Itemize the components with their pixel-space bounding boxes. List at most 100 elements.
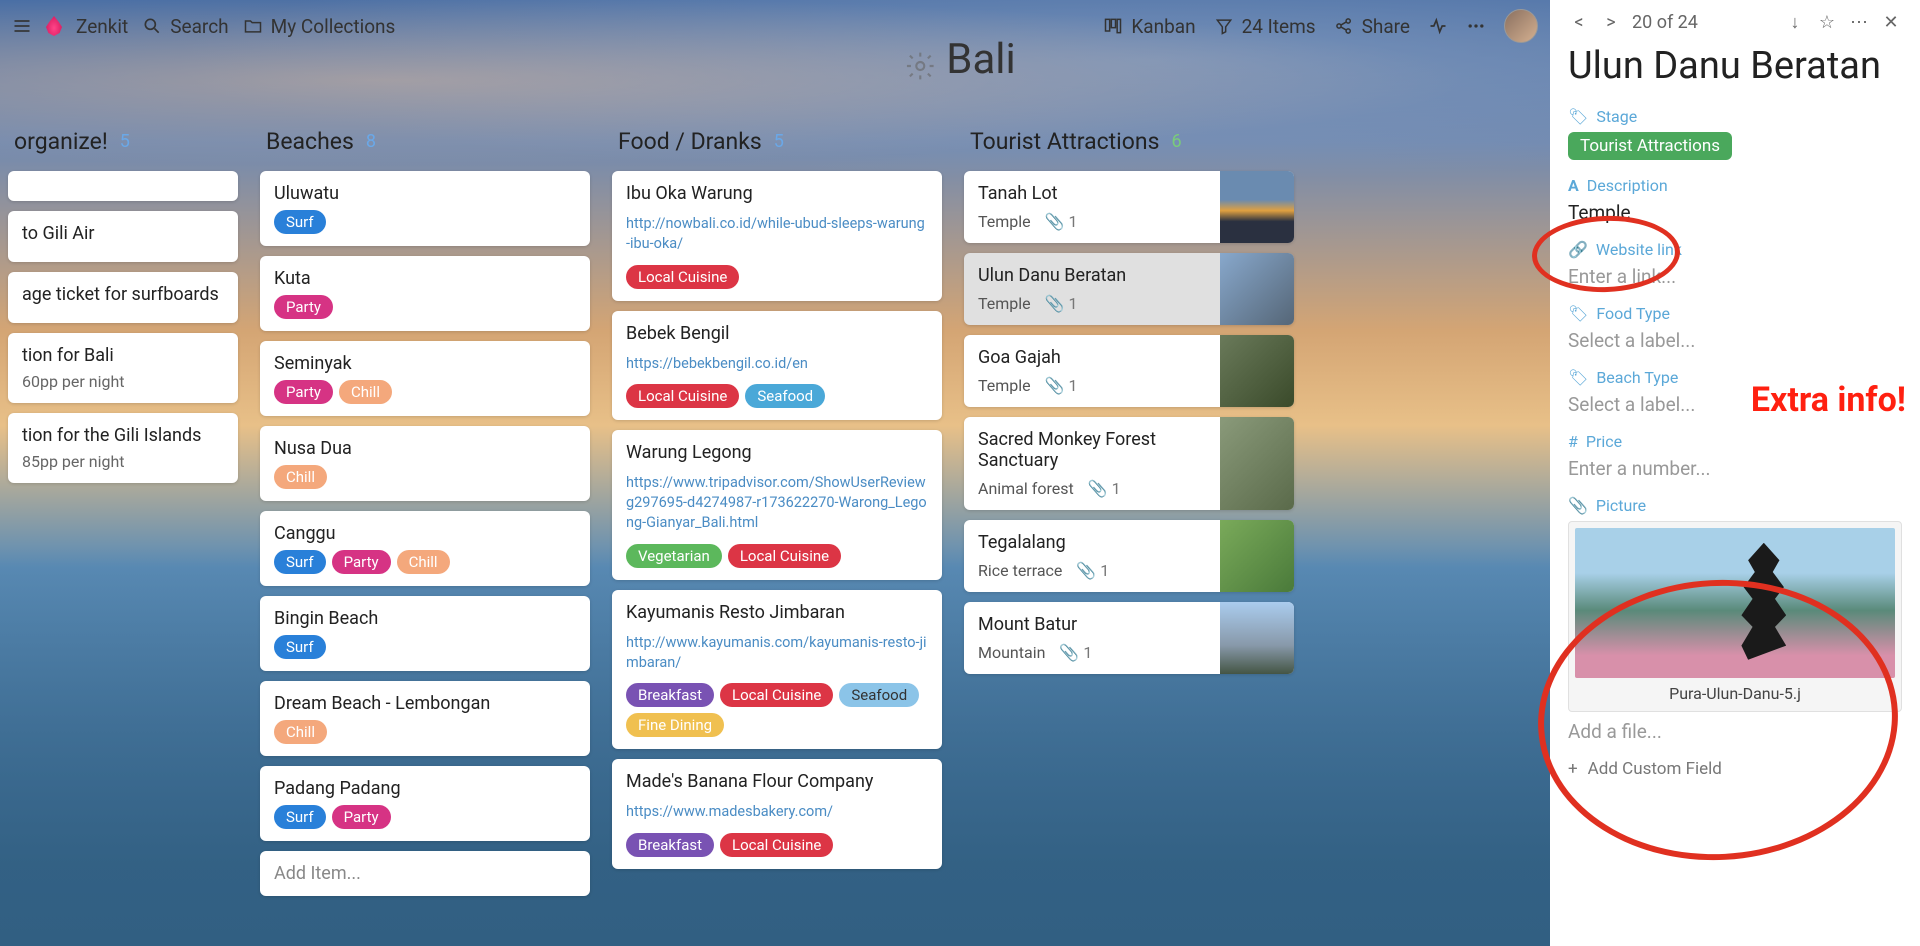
download-icon[interactable]: ↓ xyxy=(1784,12,1806,33)
collections-button[interactable]: My Collections xyxy=(243,15,396,38)
kanban-card[interactable]: Padang PadangSurfParty xyxy=(260,766,590,841)
card-title: Warung Legong xyxy=(626,442,928,463)
card-subtitle: 85pp per night xyxy=(22,452,224,471)
kanban-card[interactable]: Bebek Bengilhttps://bebekbengil.co.id/en… xyxy=(612,311,942,420)
kanban-card[interactable]: Kayumanis Resto Jimbaranhttp://www.kayum… xyxy=(612,590,942,750)
foodtype-input[interactable]: Select a label... xyxy=(1568,329,1902,352)
card-title: Nusa Dua xyxy=(274,438,576,459)
kanban-card[interactable]: Warung Legong https://www.tripadvisor.com… xyxy=(612,430,942,580)
card-tag[interactable]: Local Cuisine xyxy=(728,544,841,568)
card-thumbnail xyxy=(1220,171,1294,243)
add-item-button[interactable]: Add Item... xyxy=(260,851,590,896)
card-link[interactable]: https://www.tripadvisor.com/ShowUserRevi… xyxy=(626,469,928,538)
card-tag[interactable]: Breakfast xyxy=(626,833,714,857)
column-header[interactable]: organize!5 xyxy=(8,120,238,171)
close-icon[interactable]: ✕ xyxy=(1880,12,1902,33)
search-button[interactable]: Search xyxy=(142,15,228,38)
card-tag[interactable]: Party xyxy=(274,295,333,319)
kanban-card[interactable]: to Gili Air xyxy=(8,211,238,262)
kanban-card[interactable] xyxy=(8,171,238,201)
stage-value[interactable]: Tourist Attractions xyxy=(1568,132,1732,160)
hamburger-icon[interactable] xyxy=(12,16,32,36)
column-header[interactable]: Beaches8 xyxy=(260,120,590,171)
kanban-card[interactable]: tion for Bali60pp per night xyxy=(8,333,238,403)
card-tag[interactable]: Local Cuisine xyxy=(720,683,833,707)
card-link[interactable]: https://bebekbengil.co.id/en xyxy=(626,350,928,378)
kanban-card[interactable]: Bingin Beach Surf xyxy=(260,596,590,671)
kanban-card[interactable]: TegalalangRice terrace📎 1 xyxy=(964,520,1294,592)
card-description: Mountain xyxy=(978,643,1045,662)
kanban-card[interactable]: KutaParty xyxy=(260,256,590,331)
card-tag[interactable]: Fine Dining xyxy=(626,713,724,737)
kanban-card[interactable]: Goa GajahTemple📎 1 xyxy=(964,335,1294,407)
card-tag[interactable]: Surf xyxy=(274,805,326,829)
card-tag[interactable]: Seafood xyxy=(745,384,825,408)
panel-more-icon[interactable]: ⋯ xyxy=(1848,12,1870,33)
star-icon[interactable]: ☆ xyxy=(1816,12,1838,33)
zenkit-logo-icon[interactable] xyxy=(46,16,62,36)
card-tag[interactable]: Party xyxy=(332,805,391,829)
card-title: Sacred Monkey Forest Sanctuary xyxy=(978,429,1212,471)
column-title: Beaches xyxy=(266,128,354,155)
card-link[interactable]: http://nowbali.co.id/while-ubud-sleeps-w… xyxy=(626,210,928,259)
more-icon[interactable] xyxy=(1466,16,1486,36)
view-switcher[interactable]: Kanban xyxy=(1103,15,1195,38)
kanban-card[interactable]: Dream Beach - LembonganChill xyxy=(260,681,590,756)
kanban-card[interactable]: SeminyakPartyChill xyxy=(260,341,590,416)
column-header[interactable]: Food / Dranks5 xyxy=(612,120,942,171)
filter-button[interactable]: 24 Items xyxy=(1214,15,1316,38)
card-tag[interactable]: Surf xyxy=(274,635,326,659)
column-title: Tourist Attractions xyxy=(970,128,1159,155)
prev-item-icon[interactable]: < xyxy=(1568,12,1590,33)
card-tag[interactable]: Local Cuisine xyxy=(626,384,739,408)
field-price[interactable]: #Price Enter a number... xyxy=(1568,432,1902,480)
card-description: Temple xyxy=(978,376,1031,395)
column-header[interactable]: Tourist Attractions6 xyxy=(964,120,1294,171)
price-input[interactable]: Enter a number... xyxy=(1568,457,1902,480)
attachment-count: 📎 1 xyxy=(1045,212,1078,231)
card-tag[interactable]: Chill xyxy=(274,720,327,744)
kanban-card[interactable]: Made's Banana Flour Company https://www.m… xyxy=(612,759,942,868)
card-tag[interactable]: Party xyxy=(274,380,333,404)
card-tag[interactable]: Chill xyxy=(274,465,327,489)
column-title: organize! xyxy=(14,128,108,155)
kanban-card[interactable]: Uluwatu Surf xyxy=(260,171,590,246)
kanban-column: Beaches8 Uluwatu Surf KutaParty SeminyakPart… xyxy=(260,120,590,946)
card-description: Animal forest xyxy=(978,479,1074,498)
card-tag[interactable]: Party xyxy=(332,550,391,574)
item-title[interactable]: Ulun Danu Beratan xyxy=(1568,45,1902,89)
kanban-card[interactable]: Sacred Monkey Forest Sanctuary Animal for… xyxy=(964,417,1294,510)
card-link[interactable]: http://www.kayumanis.com/kayumanis-resto… xyxy=(626,629,928,678)
card-tag[interactable]: Seafood xyxy=(839,683,919,707)
card-tag[interactable]: Breakfast xyxy=(626,683,714,707)
kanban-card[interactable]: Ulun Danu BeratanTemple📎 1 xyxy=(964,253,1294,325)
filter-icon xyxy=(1214,16,1234,36)
kanban-card[interactable]: Mount BaturMountain📎 1 xyxy=(964,602,1294,674)
next-item-icon[interactable]: > xyxy=(1600,12,1622,33)
kanban-card[interactable]: tion for the Gili Islands85pp per night xyxy=(8,413,238,483)
card-tag[interactable]: Chill xyxy=(397,550,450,574)
card-title: Tegalalang xyxy=(978,532,1212,553)
kanban-card[interactable]: age ticket for surfboards xyxy=(8,272,238,323)
card-tag[interactable]: Surf xyxy=(274,550,326,574)
user-avatar[interactable] xyxy=(1504,9,1538,43)
field-foodtype[interactable]: 🏷Food Type Select a label... xyxy=(1568,304,1902,352)
card-link[interactable]: https://www.madesbakery.com/ xyxy=(626,798,928,826)
card-title: Uluwatu xyxy=(274,183,576,204)
card-tag[interactable]: Local Cuisine xyxy=(720,833,833,857)
card-tag[interactable]: Vegetarian xyxy=(626,544,722,568)
share-button[interactable]: Share xyxy=(1334,15,1410,38)
card-title: Made's Banana Flour Company xyxy=(626,771,928,792)
card-title: Bingin Beach xyxy=(274,608,576,629)
card-tag[interactable]: Surf xyxy=(274,210,326,234)
activity-icon[interactable] xyxy=(1428,16,1448,36)
card-title: to Gili Air xyxy=(22,223,224,244)
field-stage[interactable]: 🏷Stage Tourist Attractions xyxy=(1568,107,1902,160)
card-tag[interactable]: Local Cuisine xyxy=(626,265,739,289)
kanban-card[interactable]: Ibu Oka Warunghttp://nowbali.co.id/while… xyxy=(612,171,942,301)
card-tag[interactable]: Chill xyxy=(339,380,392,404)
kanban-card[interactable]: CangguSurfPartyChill xyxy=(260,511,590,586)
kanban-card[interactable]: Tanah LotTemple📎 1 xyxy=(964,171,1294,243)
brand-name[interactable]: Zenkit xyxy=(76,15,128,38)
kanban-card[interactable]: Nusa Dua Chill xyxy=(260,426,590,501)
